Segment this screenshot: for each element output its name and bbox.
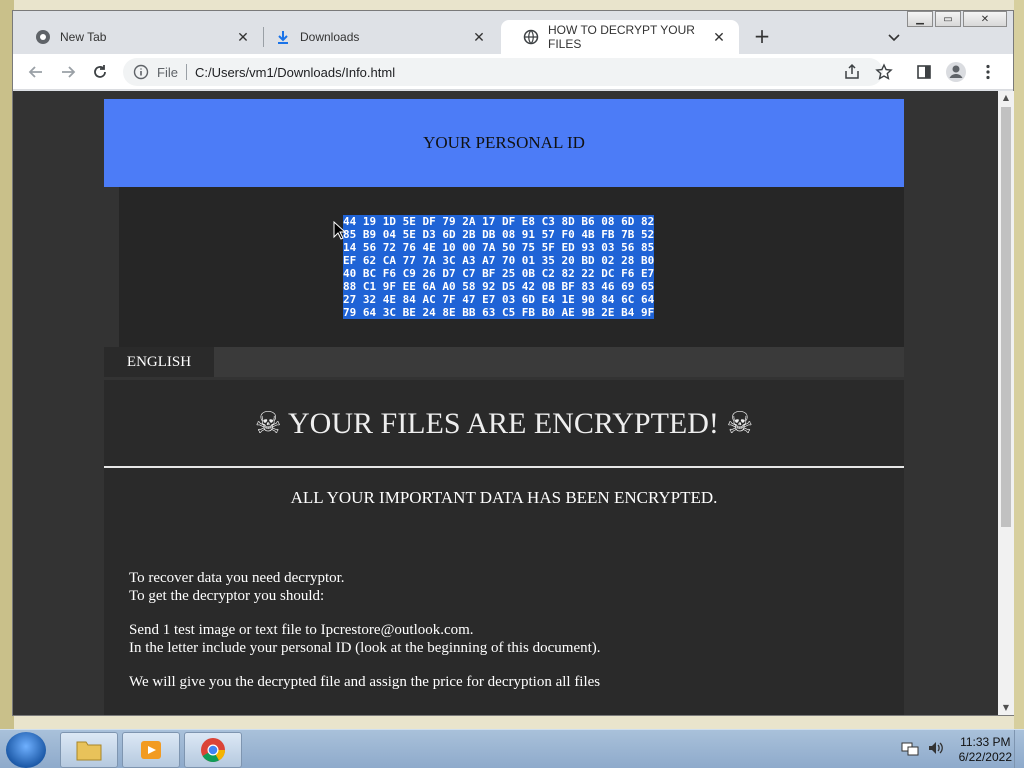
instruction-line: Send 1 test image or text file to Ipcres… [129, 622, 474, 638]
clock-time: 11:33 PM [960, 735, 1011, 749]
chrome-taskbar-button[interactable] [184, 732, 242, 768]
globe-icon [523, 29, 539, 45]
scroll-down-icon[interactable]: ▼ [998, 701, 1014, 715]
close-tab-icon[interactable]: ✕ [235, 29, 251, 45]
desktop-edge [1014, 0, 1024, 730]
hex-line: 88 C1 9F EE 6A A0 58 92 D5 42 0B BF 83 4… [343, 280, 655, 293]
start-button[interactable] [6, 732, 46, 768]
page-subtitle: ALL YOUR IMPORTANT DATA HAS BEEN ENCRYPT… [290, 488, 718, 507]
ransom-note-page: YOUR PERSONAL ID 44 19 1D 5E DF 79 2A 17… [104, 99, 904, 715]
hex-line: EF 62 CA 77 7A 3C A3 A7 70 01 35 20 BD 0… [343, 254, 655, 267]
menu-kebab-icon[interactable] [977, 61, 999, 83]
url-scheme: File [157, 64, 178, 80]
taskbar-clock[interactable]: 11:33 PM 6/22/2022 [959, 735, 1012, 765]
info-icon[interactable] [133, 64, 149, 80]
chrome-icon [201, 738, 225, 763]
new-tab-button[interactable]: + [751, 26, 773, 48]
browser-window: New Tab ✕ Downloads ✕ HOW TO DECRYPT YOU… [12, 10, 1014, 716]
tab-decrypt-files[interactable]: HOW TO DECRYPT YOUR FILES ✕ [501, 20, 739, 54]
folder-icon [76, 741, 102, 761]
show-desktop-button[interactable] [1014, 730, 1024, 768]
personal-id-header: YOUR PERSONAL ID [104, 99, 904, 187]
hex-line: 79 64 3C BE 24 8E BB 63 C5 FB B0 AE 9B 2… [343, 306, 655, 319]
hex-line: 14 56 72 76 4E 10 00 7A 50 75 5F ED 93 0… [343, 241, 655, 254]
instruction-group: To recover data you need decryptor. To g… [129, 569, 601, 605]
tab-english[interactable]: ENGLISH [104, 347, 214, 377]
instruction-line: To recover data you need decryptor. [129, 570, 345, 586]
tab-search-chevron-icon[interactable] [885, 28, 903, 46]
tab-label: Downloads [300, 30, 360, 44]
scroll-thumb[interactable] [1001, 107, 1011, 527]
media-player-taskbar-button[interactable] [122, 732, 180, 768]
close-window-button[interactable]: ✕ [963, 11, 1007, 27]
personal-id-hex[interactable]: 44 19 1D 5E DF 79 2A 17 DF E8 C3 8D B6 0… [343, 215, 655, 319]
download-icon [275, 29, 291, 45]
side-panel-icon[interactable] [913, 61, 935, 83]
back-icon[interactable] [25, 61, 47, 83]
language-tabs: ENGLISH [104, 347, 904, 377]
taskbar: 11:33 PM 6/22/2022 [0, 729, 1024, 768]
maximize-button[interactable]: ▭ [935, 11, 961, 27]
instructions: To recover data you need decryptor. To g… [129, 569, 601, 707]
mouse-cursor-icon [333, 220, 347, 241]
hex-line: 27 32 4E 84 AC 7F 47 E7 03 6D E4 1E 90 8… [343, 293, 655, 306]
media-player-icon [141, 741, 161, 759]
forward-icon[interactable] [57, 61, 79, 83]
vertical-scrollbar[interactable]: ▲ ▼ [998, 91, 1014, 715]
network-icon[interactable] [901, 740, 919, 760]
instruction-group: Send 1 test image or text file to Ipcres… [129, 621, 601, 657]
share-icon[interactable] [841, 61, 863, 83]
profile-avatar-icon[interactable] [945, 61, 967, 83]
browser-toolbar: File C:/Users/vm1/Downloads/Info.html [13, 54, 1013, 90]
instruction-line: In the letter include your personal ID (… [129, 640, 601, 656]
system-tray: 11:33 PM 6/22/2022 [901, 734, 1012, 766]
message-card: ☠ YOUR FILES ARE ENCRYPTED! ☠ ALL YOUR I… [104, 380, 904, 715]
bookmark-star-icon[interactable] [873, 61, 895, 83]
personal-id-box: 44 19 1D 5E DF 79 2A 17 DF E8 C3 8D B6 0… [119, 187, 904, 347]
hex-line: 40 BC F6 C9 26 D7 C7 BF 25 0B C2 82 22 D… [343, 267, 655, 280]
address-bar[interactable]: File C:/Users/vm1/Downloads/Info.html [123, 58, 883, 86]
window-controls: ▁ ▭ ✕ [905, 11, 1007, 27]
page-title: ☠ YOUR FILES ARE ENCRYPTED! ☠ [254, 407, 754, 440]
page-viewport[interactable]: YOUR PERSONAL ID 44 19 1D 5E DF 79 2A 17… [13, 91, 998, 715]
tab-downloads[interactable]: Downloads ✕ [253, 20, 499, 54]
chrome-icon [35, 29, 51, 45]
instruction-line: We will give you the decrypted file and … [129, 674, 601, 690]
clock-date: 6/22/2022 [958, 750, 1012, 764]
reload-icon[interactable] [89, 61, 111, 83]
tab-new-tab[interactable]: New Tab ✕ [13, 20, 263, 54]
close-tab-icon[interactable]: ✕ [471, 29, 487, 45]
tab-strip: New Tab ✕ Downloads ✕ HOW TO DECRYPT YOU… [13, 11, 1013, 54]
volume-icon[interactable] [927, 740, 945, 760]
instruction-group: We will give you the decrypted file and … [129, 673, 601, 691]
scroll-up-icon[interactable]: ▲ [998, 91, 1014, 105]
instruction-line: To get the decryptor you should: [129, 588, 325, 604]
hex-line: 44 19 1D 5E DF 79 2A 17 DF E8 C3 8D B6 0… [343, 215, 655, 228]
omnibox-divider [185, 64, 187, 80]
close-tab-icon[interactable]: ✕ [711, 29, 727, 45]
hex-line: 85 B9 04 5E D3 6D 2B DB 08 91 57 F0 4B F… [343, 228, 655, 241]
explorer-taskbar-button[interactable] [60, 732, 118, 768]
tab-label: HOW TO DECRYPT YOUR FILES [548, 23, 695, 51]
minimize-button[interactable]: ▁ [907, 11, 933, 27]
tab-label: New Tab [60, 30, 107, 44]
url-text[interactable]: C:/Users/vm1/Downloads/Info.html [195, 65, 395, 80]
title-divider [104, 466, 904, 468]
